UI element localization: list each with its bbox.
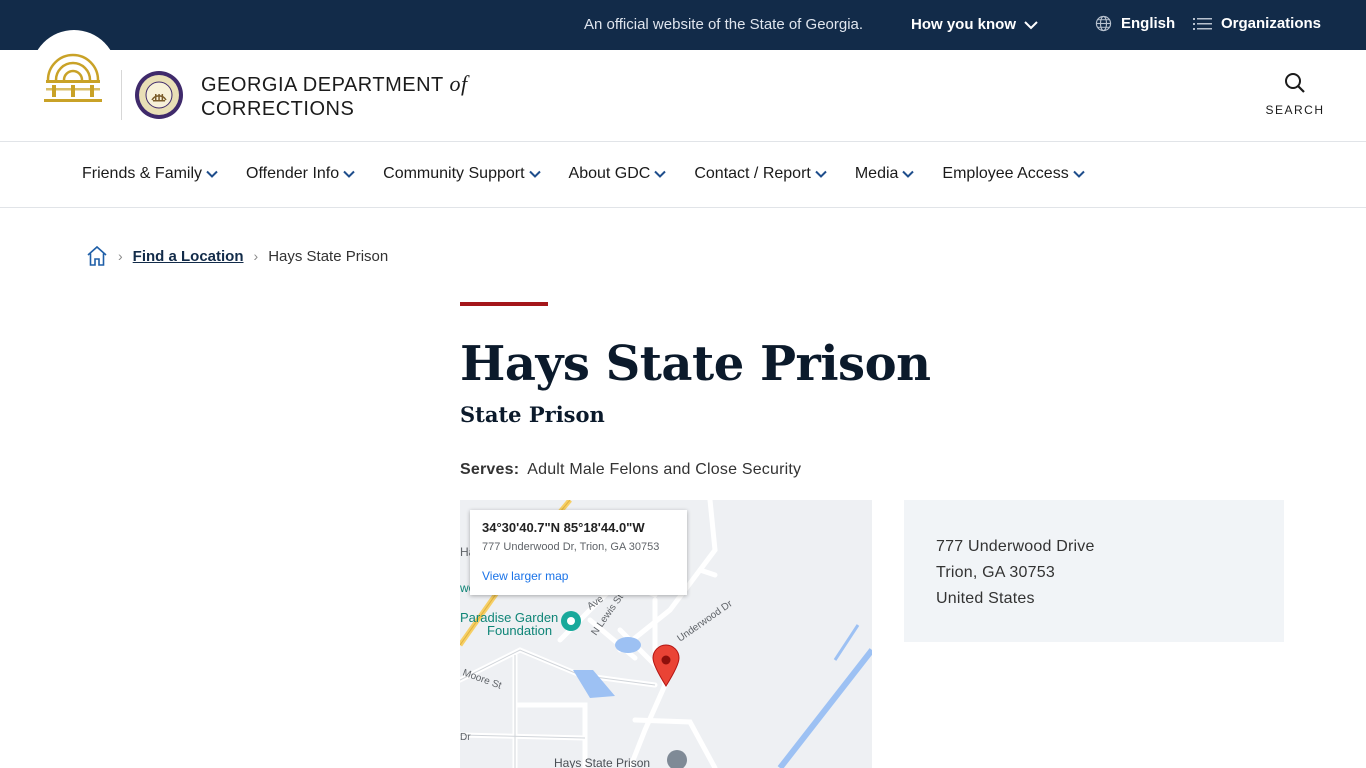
georgia-state-seal-logo[interactable] xyxy=(40,40,106,106)
chevron-right-icon: › xyxy=(118,248,123,264)
main-navigation: Friends & Family Offender Info Community… xyxy=(0,143,1366,208)
header-divider xyxy=(121,70,122,120)
search-icon xyxy=(1285,73,1305,93)
language-label: English xyxy=(1121,15,1176,32)
nav-label: Friends & Family xyxy=(82,165,203,182)
map-label-hays: Hays State Prison xyxy=(554,756,650,768)
nav-item-friends-family[interactable]: Friends & Family xyxy=(82,165,218,183)
organizations-label: Organizations xyxy=(1221,15,1322,32)
nav-label: Employee Access xyxy=(942,165,1069,182)
map-label-paradise-2: Foundation xyxy=(487,623,552,638)
address-line-2: Trion, GA 30753 xyxy=(936,564,1055,581)
address-line-3: United States xyxy=(936,590,1035,607)
language-selector[interactable]: English xyxy=(1095,15,1175,32)
chevron-down-icon xyxy=(654,170,667,178)
search-label: SEARCH xyxy=(1265,103,1325,117)
how-you-know-toggle[interactable]: How you know xyxy=(911,16,1038,33)
nav-item-offender-info[interactable]: Offender Info xyxy=(246,165,355,183)
site-header: GEORGIA DEPARTMENT of CORRECTIONS SEARCH xyxy=(0,30,1366,142)
map-address: 777 Underwood Dr, Trion, GA 30753 xyxy=(482,541,660,553)
chevron-down-icon xyxy=(206,170,218,178)
nav-label: About GDC xyxy=(568,165,651,182)
home-icon[interactable] xyxy=(86,245,108,267)
serves-row: Serves: Adult Male Felons and Close Secur… xyxy=(460,461,801,479)
chevron-down-icon xyxy=(343,170,355,178)
serves-label: Serves: xyxy=(460,461,520,478)
page-subtitle: State Prison xyxy=(460,402,605,427)
breadcrumb-current: Hays State Prison xyxy=(268,247,389,265)
official-banner: An official website of the State of Geor… xyxy=(0,0,1366,50)
official-site-text: An official website of the State of Geor… xyxy=(584,16,864,33)
page-title: Hays State Prison xyxy=(460,336,931,392)
breadcrumb-find-location-link[interactable]: Find a Location xyxy=(133,248,244,265)
search-button[interactable]: SEARCH xyxy=(1262,72,1328,117)
nav-item-contact-report[interactable]: Contact / Report xyxy=(694,165,827,183)
nav-label: Contact / Report xyxy=(694,165,811,182)
agency-of: of xyxy=(449,71,468,96)
chevron-down-icon xyxy=(902,170,915,178)
nav-item-media[interactable]: Media xyxy=(855,165,915,183)
nav-label: Community Support xyxy=(383,165,525,182)
agency-line-2: CORRECTIONS xyxy=(201,98,355,120)
location-map[interactable]: Paradise Garden Foundation Hays State Pr… xyxy=(460,500,872,768)
nav-label: Offender Info xyxy=(246,165,340,182)
nav-item-community-support[interactable]: Community Support xyxy=(383,165,541,183)
map-label-dr: Dr xyxy=(460,732,471,743)
serves-value: Adult Male Felons and Close Security xyxy=(527,461,802,478)
address-card: 777 Underwood Drive Trion, GA 30753 Unit… xyxy=(904,500,1284,642)
address-line-1: 777 Underwood Drive xyxy=(936,538,1095,555)
title-accent-bar xyxy=(460,302,548,306)
map-coordinates: 34°30'40.7"N 85°18'44.0"W xyxy=(482,520,645,535)
chevron-down-icon xyxy=(815,170,827,178)
gdc-seal-logo[interactable] xyxy=(134,70,184,120)
agency-line-1: GEORGIA DEPARTMENT xyxy=(201,74,444,96)
globe-icon xyxy=(1095,15,1112,32)
organizations-menu[interactable]: Organizations xyxy=(1193,15,1321,32)
nav-item-about-gdc[interactable]: About GDC xyxy=(569,165,667,183)
breadcrumb: › Find a Location › Hays State Prison xyxy=(86,245,388,267)
map-info-card: 34°30'40.7"N 85°18'44.0"W 777 Underwood … xyxy=(470,510,687,595)
chevron-down-icon xyxy=(1024,20,1038,29)
nav-label: Media xyxy=(854,165,899,182)
list-icon xyxy=(1193,17,1212,30)
chevron-down-icon xyxy=(528,170,541,178)
view-larger-map-link[interactable]: View larger map xyxy=(482,569,675,583)
how-you-know-label: How you know xyxy=(911,16,1016,33)
chevron-right-icon: › xyxy=(253,248,259,264)
agency-name[interactable]: GEORGIA DEPARTMENT of CORRECTIONS xyxy=(201,72,468,121)
chevron-down-icon xyxy=(1072,170,1085,178)
nav-item-employee-access[interactable]: Employee Access xyxy=(942,165,1085,183)
